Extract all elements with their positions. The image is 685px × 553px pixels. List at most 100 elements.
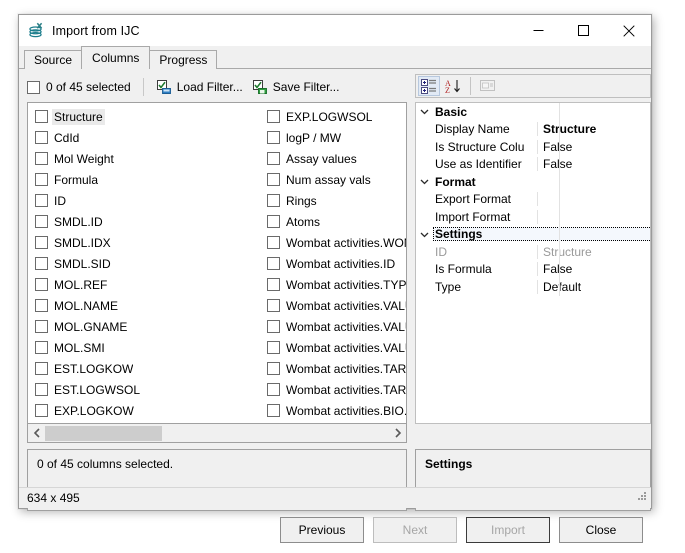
save-filter-label: Save Filter...	[273, 80, 340, 94]
property-grid[interactable]: Basic Display Name Structure Is Structur…	[415, 102, 651, 424]
minimize-button[interactable]	[516, 15, 561, 46]
list-item[interactable]: Mol Weight	[33, 148, 263, 169]
list-item[interactable]: MOL.SMI	[33, 337, 263, 358]
property-category-settings[interactable]: Settings	[416, 226, 650, 244]
property-row-export-format[interactable]: Export Format	[416, 191, 650, 209]
item-checkbox[interactable]	[267, 173, 280, 186]
item-checkbox[interactable]	[267, 341, 280, 354]
item-checkbox[interactable]	[35, 278, 48, 291]
property-row-is-structure-column[interactable]: Is Structure Colu False	[416, 138, 650, 156]
list-item[interactable]: Wombat activities.ID	[265, 253, 407, 274]
item-checkbox[interactable]	[267, 131, 280, 144]
property-row-use-as-identifier[interactable]: Use as Identifier False	[416, 156, 650, 174]
list-item[interactable]: EXP.LOGWSOL	[265, 106, 407, 127]
categorized-view-icon[interactable]	[418, 76, 440, 96]
item-checkbox[interactable]	[35, 299, 48, 312]
list-item[interactable]: CdId	[33, 127, 263, 148]
columns-list[interactable]: Structure CdId Mol Weight Formula ID SMD…	[27, 102, 407, 424]
list-item[interactable]: EST.LOGKOW	[33, 358, 263, 379]
item-checkbox[interactable]	[35, 110, 48, 123]
item-checkbox[interactable]	[35, 152, 48, 165]
list-item[interactable]: Wombat activities.VALUE	[265, 337, 407, 358]
list-item[interactable]: Wombat activities.VALUE	[265, 295, 407, 316]
list-item[interactable]: MOL.NAME	[33, 295, 263, 316]
alphabetical-sort-icon[interactable]: A Z	[442, 76, 464, 96]
tab-progress[interactable]: Progress	[149, 50, 217, 69]
list-item[interactable]: Rings	[265, 190, 407, 211]
item-checkbox[interactable]	[35, 383, 48, 396]
list-item[interactable]: MOL.REF	[33, 274, 263, 295]
property-row-type[interactable]: Type Default	[416, 278, 650, 296]
list-item[interactable]: Num assay vals	[265, 169, 407, 190]
item-checkbox[interactable]	[267, 320, 280, 333]
hscrollbar-track[interactable]	[45, 425, 389, 442]
scroll-left-icon[interactable]	[28, 425, 45, 442]
select-all-checkbox[interactable]: 0 of 45 selected	[27, 77, 141, 97]
item-checkbox[interactable]	[267, 236, 280, 249]
item-checkbox[interactable]	[35, 257, 48, 270]
list-item[interactable]: SMDL.ID	[33, 211, 263, 232]
list-item[interactable]: EXP.LOGKOW	[33, 400, 263, 421]
list-item[interactable]: MOL.GNAME	[33, 316, 263, 337]
item-checkbox[interactable]	[267, 278, 280, 291]
load-filter-button[interactable]: Load Filter...	[152, 77, 248, 97]
resize-grip-icon[interactable]	[636, 490, 648, 505]
property-value[interactable]: Default	[538, 280, 650, 294]
close-button[interactable]	[606, 15, 651, 46]
chevron-down-icon[interactable]	[416, 107, 433, 116]
hscrollbar-thumb[interactable]	[45, 426, 162, 441]
list-item[interactable]: ID	[33, 190, 263, 211]
previous-button[interactable]: Previous	[280, 517, 364, 543]
list-item[interactable]: Assay values	[265, 148, 407, 169]
list-item[interactable]: Atoms	[265, 211, 407, 232]
item-checkbox[interactable]	[35, 215, 48, 228]
item-checkbox[interactable]	[267, 404, 280, 417]
list-item[interactable]: Wombat activities.TARG	[265, 379, 407, 400]
item-checkbox[interactable]	[267, 152, 280, 165]
tab-columns[interactable]: Columns	[81, 46, 150, 69]
property-row-display-name[interactable]: Display Name Structure	[416, 121, 650, 139]
maximize-button[interactable]	[561, 15, 606, 46]
chevron-down-icon[interactable]	[416, 177, 433, 186]
property-value[interactable]: False	[538, 262, 650, 276]
item-checkbox[interactable]	[35, 131, 48, 144]
item-checkbox[interactable]	[267, 215, 280, 228]
property-value[interactable]: Structure	[538, 122, 650, 136]
list-item[interactable]: EST.LOGWSOL	[33, 379, 263, 400]
chevron-down-icon[interactable]	[416, 230, 433, 239]
list-item[interactable]: Wombat activities.TARG	[265, 358, 407, 379]
tab-source[interactable]: Source	[24, 50, 82, 69]
item-checkbox[interactable]	[35, 173, 48, 186]
save-filter-button[interactable]: Save Filter...	[248, 77, 345, 97]
item-checkbox[interactable]	[267, 257, 280, 270]
property-row-is-formula[interactable]: Is Formula False	[416, 261, 650, 279]
item-checkbox[interactable]	[267, 110, 280, 123]
item-checkbox[interactable]	[35, 194, 48, 207]
list-item[interactable]: Wombat activities.VALUE	[265, 316, 407, 337]
item-checkbox[interactable]	[267, 194, 280, 207]
item-checkbox[interactable]	[267, 362, 280, 375]
scroll-right-icon[interactable]	[389, 425, 406, 442]
item-checkbox[interactable]	[35, 236, 48, 249]
property-row-import-format[interactable]: Import Format	[416, 208, 650, 226]
columns-list-hscrollbar[interactable]	[27, 424, 407, 443]
list-item[interactable]: logP / MW	[265, 127, 407, 148]
item-checkbox[interactable]	[35, 341, 48, 354]
property-value[interactable]: False	[538, 140, 650, 154]
item-checkbox[interactable]	[35, 404, 48, 417]
item-checkbox[interactable]	[35, 362, 48, 375]
list-item[interactable]: Wombat activities.TYPE	[265, 274, 407, 295]
item-checkbox[interactable]	[267, 299, 280, 312]
property-category-basic[interactable]: Basic	[416, 103, 650, 121]
list-item[interactable]: SMDL.SID	[33, 253, 263, 274]
list-item[interactable]: Structure	[33, 106, 263, 127]
item-checkbox[interactable]	[35, 320, 48, 333]
item-checkbox[interactable]	[267, 383, 280, 396]
list-item[interactable]: SMDL.IDX	[33, 232, 263, 253]
property-category-format[interactable]: Format	[416, 173, 650, 191]
list-item[interactable]: Formula	[33, 169, 263, 190]
list-item[interactable]: Wombat activities.WOM	[265, 232, 407, 253]
property-value[interactable]: False	[538, 157, 650, 171]
close-button-bottom[interactable]: Close	[559, 517, 643, 543]
list-item[interactable]: Wombat activities.BIO.S	[265, 400, 407, 421]
